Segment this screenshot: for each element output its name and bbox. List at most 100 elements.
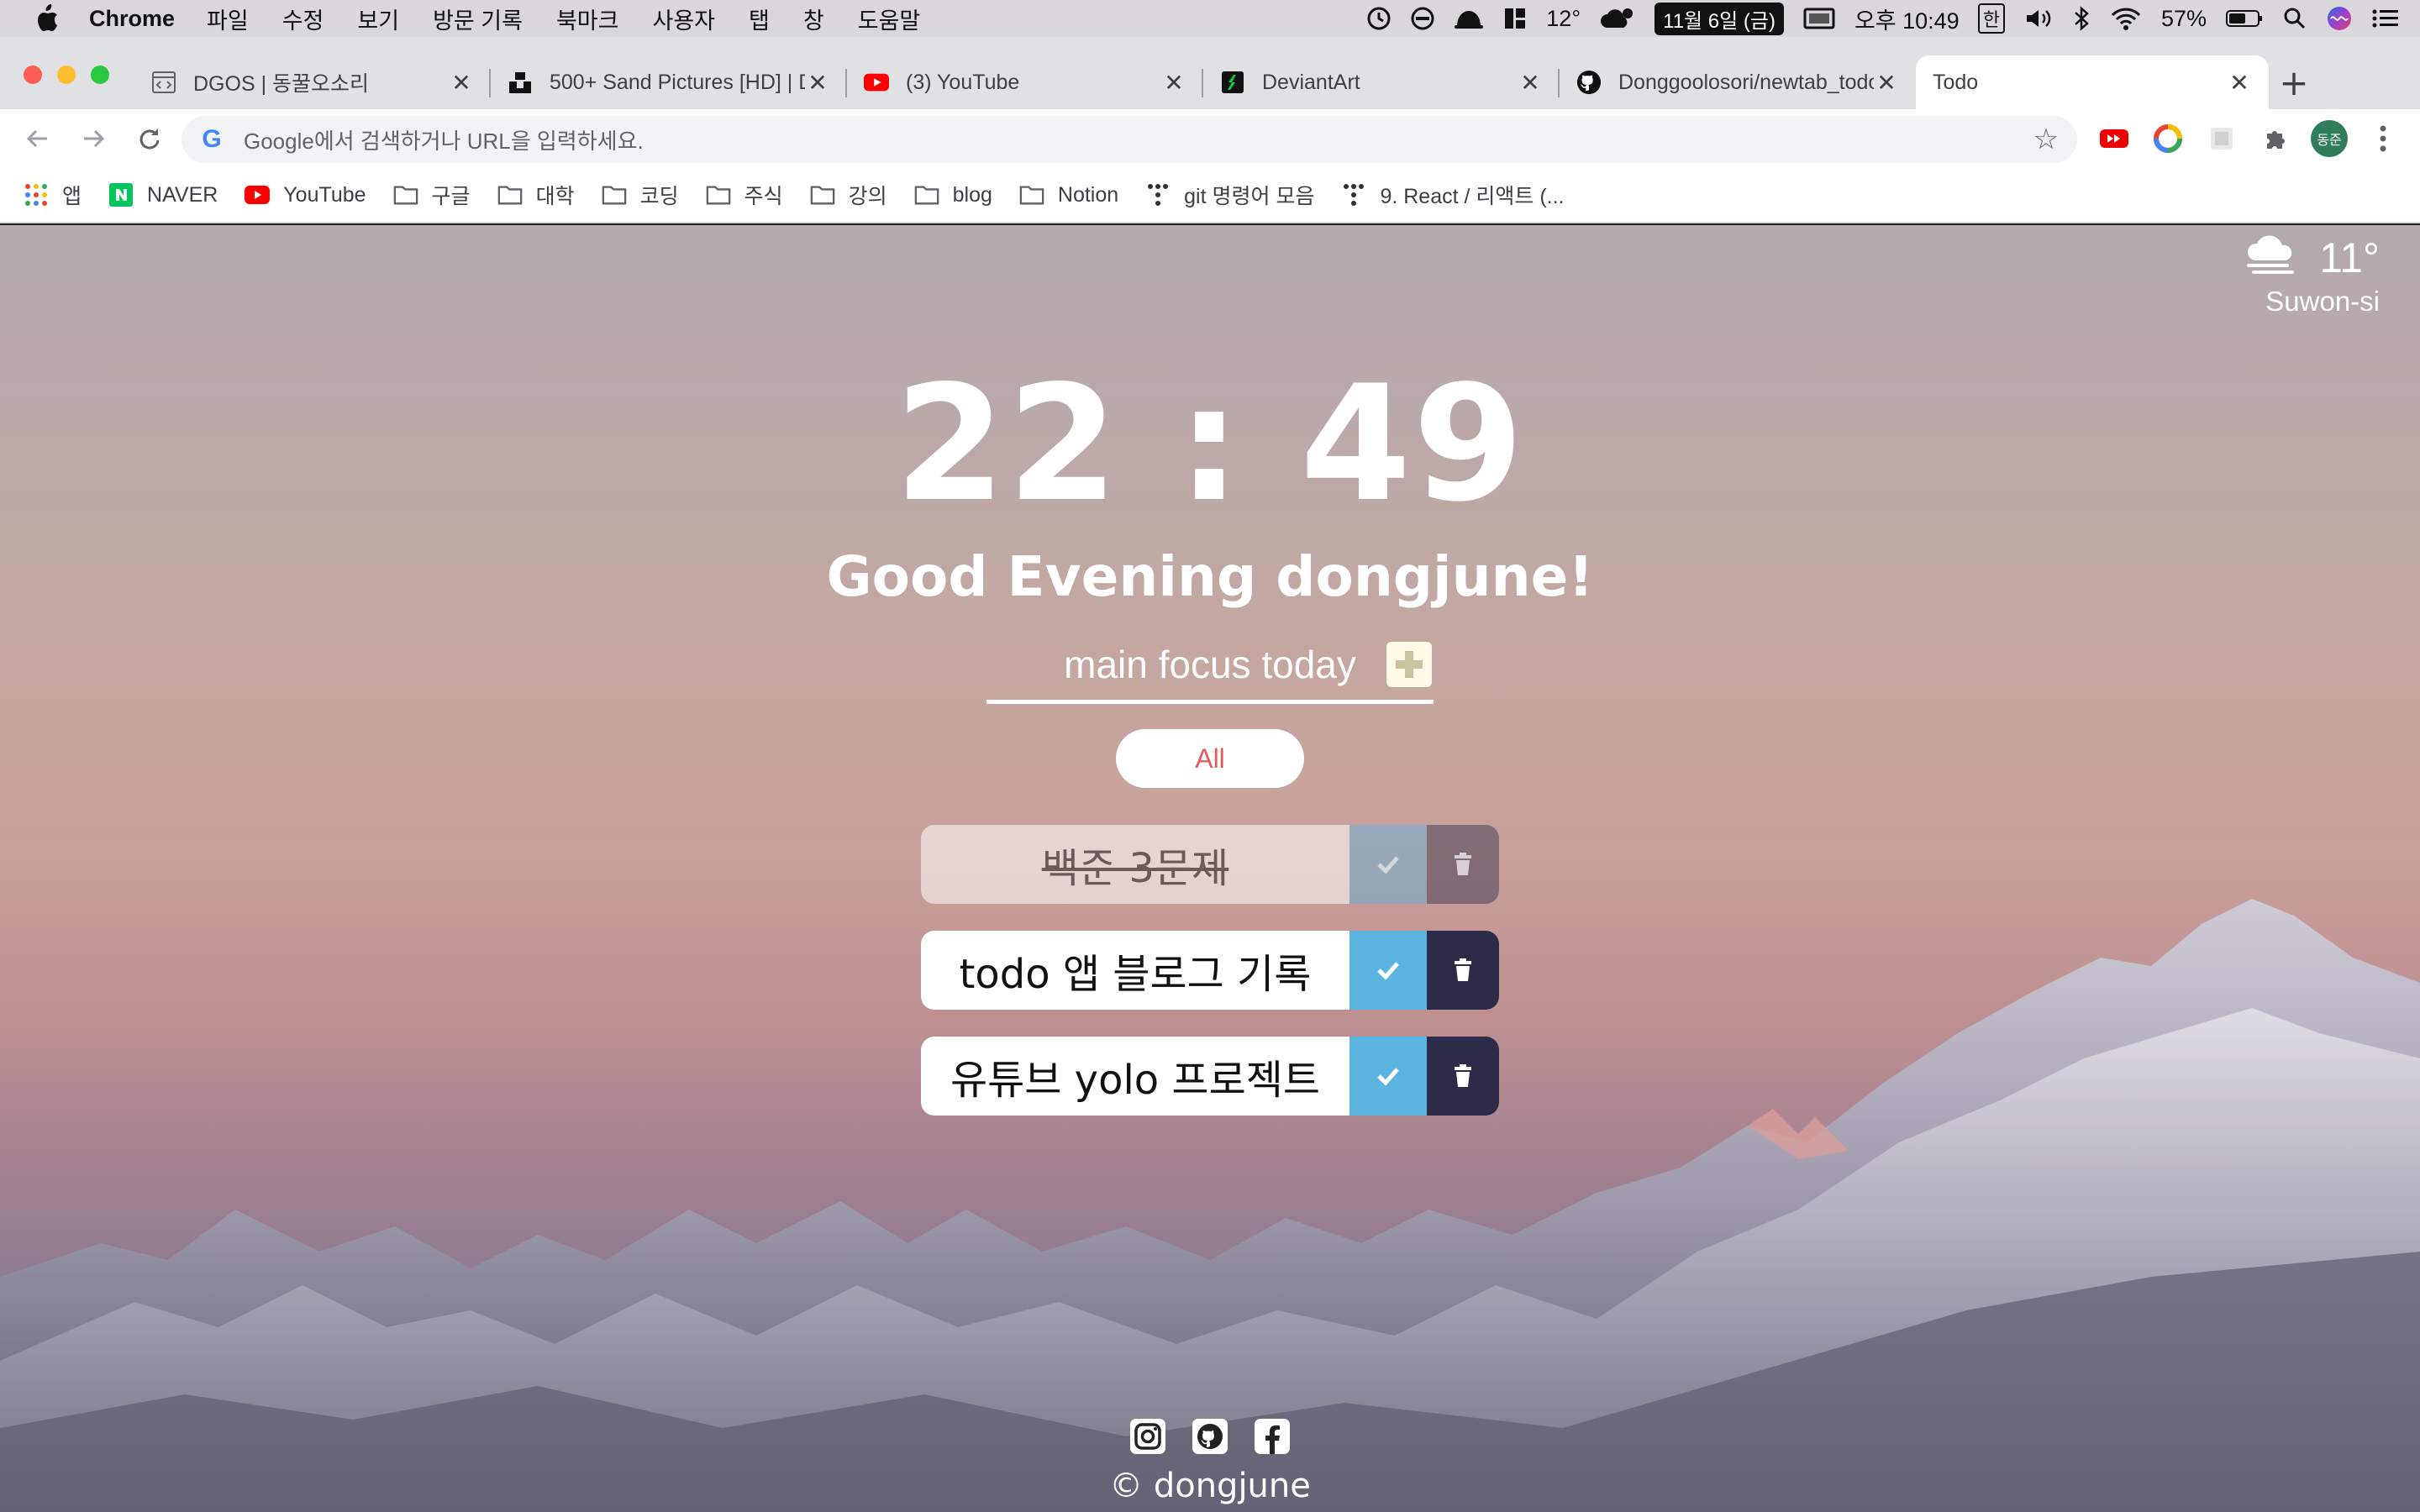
- bookmark-label: 9. React / 리액트 (...: [1380, 185, 1565, 208]
- folder-icon: [497, 182, 523, 207]
- bookmark-folder-notion[interactable]: Notion: [1019, 182, 1118, 207]
- todo-text[interactable]: todo 앱 블로그 기록: [921, 931, 1349, 1010]
- kebab-menu-icon[interactable]: [2360, 118, 2407, 160]
- back-arrow-icon[interactable]: [10, 111, 66, 166]
- minimize-window-button[interactable]: [57, 66, 76, 84]
- tab-close-icon[interactable]: ✕: [449, 69, 474, 97]
- menu-help[interactable]: 도움말: [858, 3, 921, 35]
- todo-item: todo 앱 블로그 기록: [921, 931, 1499, 1010]
- bookmark-folder-stocks[interactable]: 주식: [706, 180, 783, 210]
- menu-app-name[interactable]: Chrome: [89, 6, 175, 32]
- menu-bookmarks[interactable]: 북마크: [556, 3, 619, 35]
- menu-profiles[interactable]: 사용자: [652, 3, 715, 35]
- bookmark-star-icon[interactable]: ☆: [2025, 123, 2067, 156]
- hat-icon[interactable]: [1454, 6, 1484, 31]
- facebook-icon[interactable]: [1254, 1418, 1291, 1455]
- apple-menu-icon[interactable]: [30, 2, 64, 35]
- profile-avatar[interactable]: 동준: [2306, 118, 2353, 160]
- tab-title: DGOS | 동꿀오소리: [193, 72, 370, 96]
- folder-icon: [602, 182, 627, 207]
- tab-github[interactable]: Donggoolosori/newtab_todo ✕: [1560, 55, 1916, 109]
- bookmark-label: 구글: [431, 185, 471, 208]
- bookmark-react[interactable]: 9. React / 리액트 (...: [1341, 180, 1565, 210]
- reload-icon[interactable]: [121, 111, 176, 166]
- tab-close-icon[interactable]: ✕: [1518, 69, 1543, 97]
- input-source-badge[interactable]: 한: [1977, 3, 2005, 34]
- check-icon: [1377, 856, 1399, 874]
- tab-youtube[interactable]: (3) YouTube ✕: [847, 55, 1203, 109]
- delete-todo-button[interactable]: [1427, 931, 1499, 1010]
- menu-window[interactable]: 창: [803, 3, 824, 35]
- forward-arrow-icon[interactable]: [66, 111, 121, 166]
- delete-todo-button[interactable]: [1427, 1037, 1499, 1116]
- bookmark-youtube[interactable]: YouTube: [245, 182, 366, 207]
- menubar-date[interactable]: 11월 6일 (금): [1655, 2, 1784, 35]
- instagram-icon[interactable]: [1129, 1418, 1166, 1455]
- notion-dots-icon: [1145, 182, 1171, 207]
- add-todo-button[interactable]: [1386, 642, 1432, 687]
- bluetooth-icon[interactable]: [2072, 5, 2091, 32]
- tab-dgos[interactable]: DGOS | 동꿀오소리 ✕: [134, 55, 491, 109]
- close-window-button[interactable]: [24, 66, 42, 84]
- bookmark-folder-univ[interactable]: 대학: [497, 180, 575, 210]
- display-icon[interactable]: [1802, 6, 1836, 31]
- youtube-icon: [864, 70, 889, 95]
- complete-todo-button[interactable]: [1349, 825, 1427, 904]
- wifi-icon[interactable]: [2109, 6, 2143, 31]
- bookmark-folder-coding[interactable]: 코딩: [602, 180, 679, 210]
- blank-ext-icon[interactable]: [2198, 118, 2245, 160]
- menubar-weather-temp[interactable]: 12°: [1546, 6, 1581, 32]
- bookmark-label: blog: [952, 182, 992, 207]
- volume-icon[interactable]: [2023, 6, 2054, 31]
- extensions-puzzle-icon[interactable]: [2252, 118, 2299, 160]
- delete-todo-button[interactable]: [1427, 825, 1499, 904]
- menu-edit[interactable]: 수정: [282, 3, 324, 35]
- complete-todo-button[interactable]: [1349, 931, 1427, 1010]
- trash-icon: [1455, 853, 1471, 875]
- zoom-window-button[interactable]: [91, 66, 109, 84]
- tab-close-icon[interactable]: ✕: [805, 69, 830, 97]
- battery-percent[interactable]: 57%: [2161, 6, 2207, 32]
- bookmark-folder-lectures[interactable]: 강의: [810, 180, 887, 210]
- todo-text[interactable]: 백준 3문제: [921, 825, 1349, 904]
- color-picker-ext-icon[interactable]: [2144, 118, 2191, 160]
- youtube-icon: [245, 182, 271, 207]
- menubar-time[interactable]: 오후 10:49: [1854, 3, 1960, 35]
- bookmark-git-commands[interactable]: git 명령어 모음: [1145, 180, 1314, 210]
- menu-file[interactable]: 파일: [207, 3, 249, 35]
- bookmark-label: Notion: [1057, 182, 1119, 207]
- todo-text[interactable]: 유튜브 yolo 프로젝트: [921, 1037, 1349, 1116]
- bookmark-label: 앱: [62, 185, 82, 208]
- focus-input[interactable]: [1042, 641, 1378, 687]
- bookmark-naver[interactable]: NAVER: [108, 182, 218, 207]
- menu-tab[interactable]: 탭: [749, 3, 770, 35]
- spotlight-search-icon[interactable]: [2282, 6, 2307, 31]
- complete-todo-button[interactable]: [1349, 1037, 1427, 1116]
- address-bar[interactable]: G Google에서 검색하거나 URL을 입력하세요. ☆: [182, 116, 2077, 163]
- new-tab-button[interactable]: +: [2269, 55, 2319, 109]
- tab-close-icon[interactable]: ✕: [2227, 69, 2252, 97]
- folder-icon: [810, 182, 835, 207]
- greeting: Good Evening dongjune!: [826, 544, 1594, 609]
- siri-icon[interactable]: [2326, 5, 2353, 32]
- battery-icon[interactable]: [2225, 8, 2264, 29]
- cloud-moon-icon[interactable]: [1599, 6, 1636, 31]
- check-icon: [1377, 962, 1399, 980]
- split-view-icon[interactable]: [1502, 6, 1528, 31]
- menu-view[interactable]: 보기: [357, 3, 399, 35]
- do-not-disturb-icon[interactable]: [1410, 6, 1435, 31]
- filter-all-button[interactable]: All: [1116, 729, 1304, 788]
- menu-history[interactable]: 방문 기록: [433, 3, 523, 35]
- tab-unsplash[interactable]: 500+ Sand Pictures [HD] | Dow ✕: [491, 55, 847, 109]
- screen-time-icon[interactable]: [1366, 6, 1392, 31]
- tab-deviantart[interactable]: DeviantArt ✕: [1203, 55, 1560, 109]
- github-icon[interactable]: [1192, 1418, 1228, 1455]
- bookmark-folder-blog[interactable]: blog: [914, 182, 992, 207]
- control-center-icon[interactable]: [2371, 6, 2400, 31]
- tab-todo-active[interactable]: Todo ✕: [1916, 55, 2269, 109]
- bookmark-apps[interactable]: 앱: [24, 180, 82, 210]
- bookmark-folder-google[interactable]: 구글: [393, 180, 471, 210]
- youtube-ext-icon[interactable]: [2091, 118, 2138, 160]
- tab-close-icon[interactable]: ✕: [1161, 69, 1186, 97]
- tab-close-icon[interactable]: ✕: [1874, 69, 1899, 97]
